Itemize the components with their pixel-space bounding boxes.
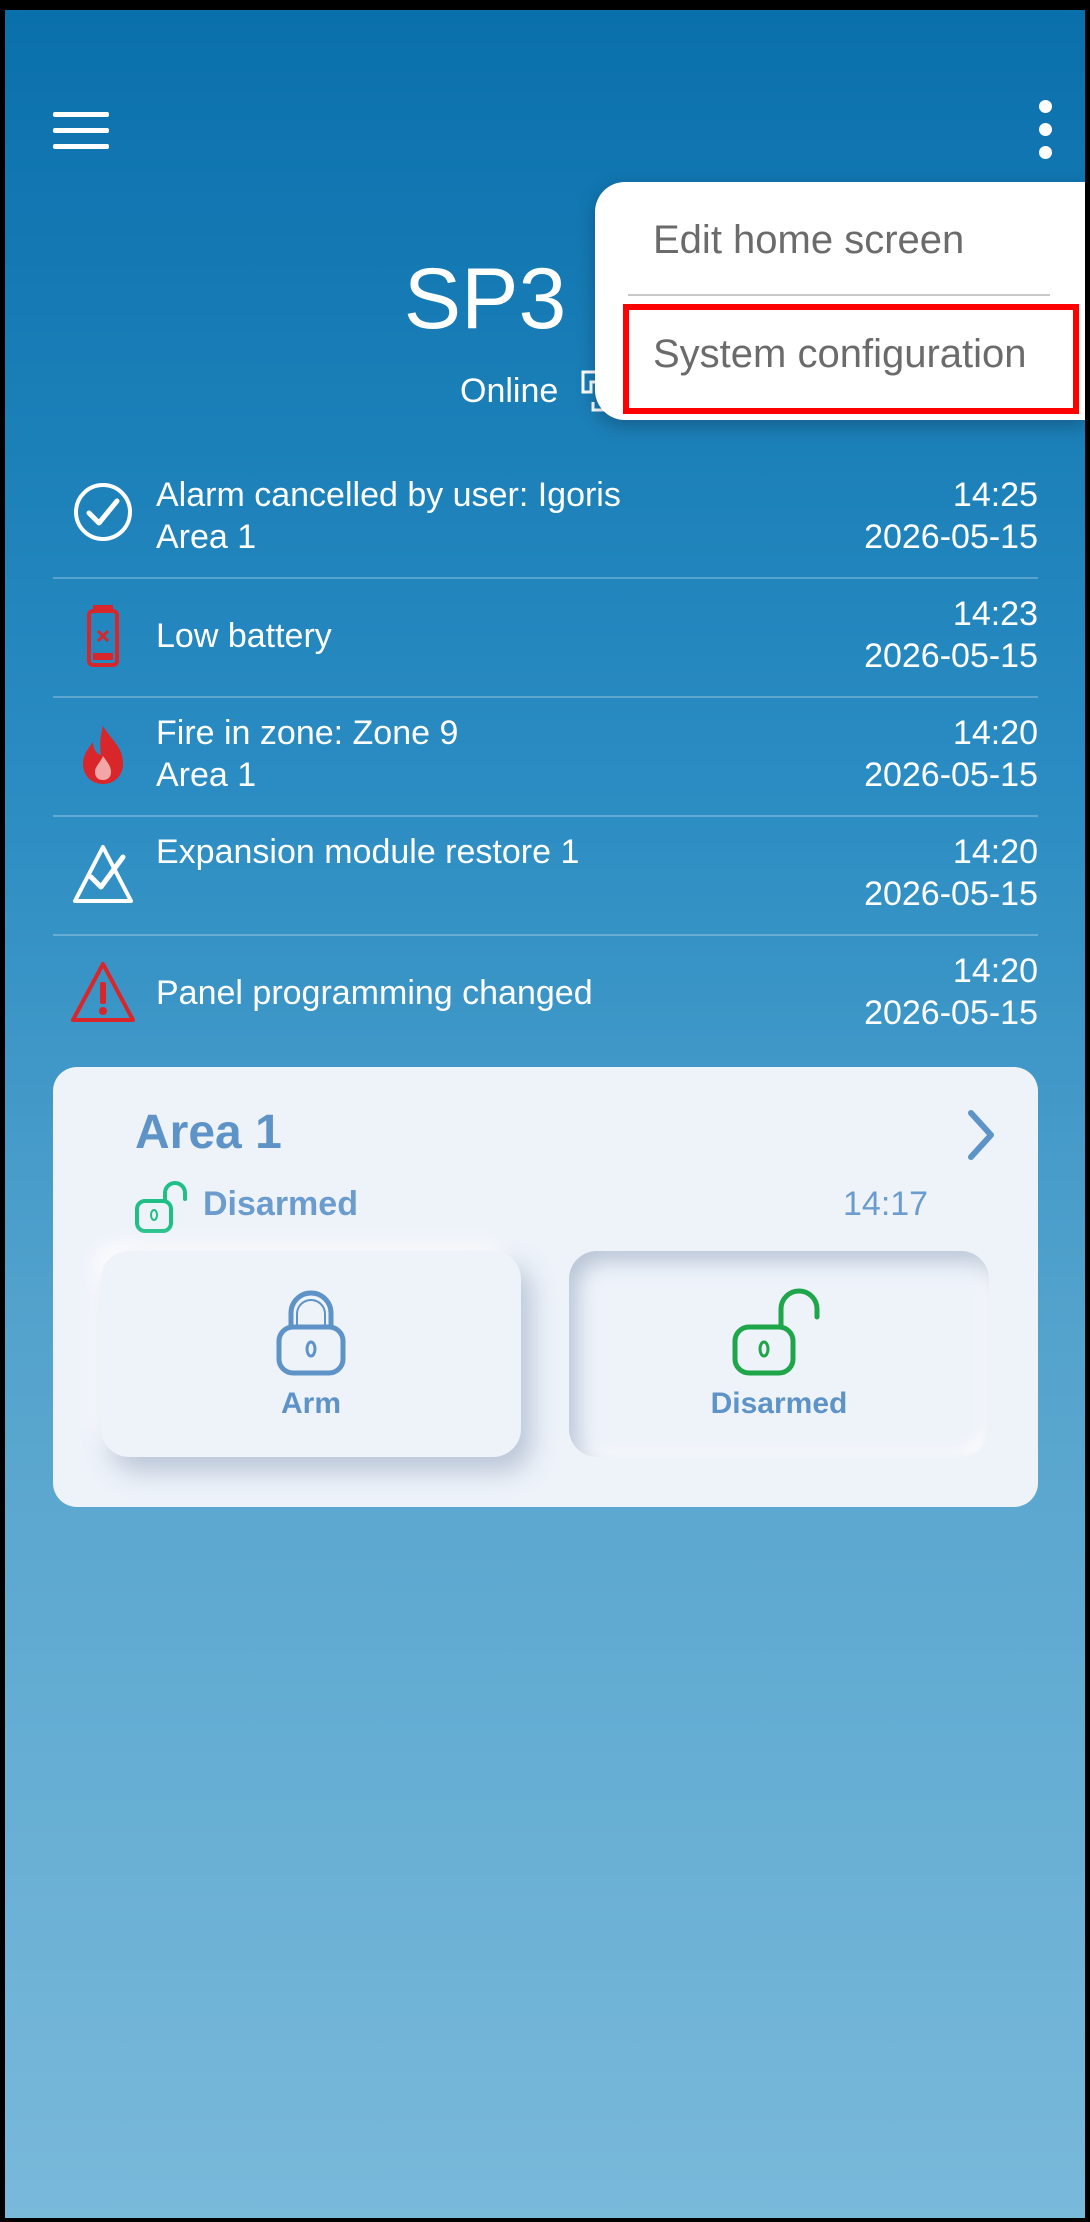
event-list: Alarm cancelled by user: Igoris Area 1 1…: [53, 460, 1038, 1053]
event-item[interactable]: Low battery 14:23 2026-05-15: [53, 579, 1038, 698]
fire-icon: [83, 726, 123, 784]
unlocked-padlock-icon: [732, 1288, 820, 1376]
event-time: 14:23: [952, 595, 1038, 633]
disarmed-label: Disarmed: [710, 1387, 848, 1420]
area-name: Area 1: [135, 1106, 282, 1159]
event-time: 14:20: [952, 833, 1038, 871]
event-date: 2026-05-15: [864, 875, 1038, 913]
event-title: Expansion module restore 1: [156, 833, 580, 871]
unlocked-padlock-icon: [135, 1181, 187, 1233]
event-title: Fire in zone: Zone 9: [156, 714, 459, 752]
event-item[interactable]: Expansion module restore 1 14:20 2026-05…: [53, 817, 1038, 936]
locked-padlock-icon: [276, 1290, 346, 1376]
event-item[interactable]: Fire in zone: Zone 9 Area 1 14:20 2026-0…: [53, 698, 1038, 817]
event-title: Low battery: [156, 617, 332, 655]
event-time: 14:20: [952, 714, 1038, 752]
event-title: Panel programming changed: [156, 974, 593, 1012]
event-area: Area 1: [156, 756, 257, 794]
chevron-right-icon[interactable]: [961, 1105, 1001, 1165]
menu-item-edit-home-screen[interactable]: Edit home screen: [653, 218, 964, 263]
area-card[interactable]: Area 1 Disarmed 14:17 Arm Disarmed: [53, 1067, 1038, 1507]
menu-divider: [628, 294, 1050, 296]
module-restore-icon: [73, 845, 133, 903]
app-screen: SP3 Online Alarm cancelled by user: Igor…: [5, 10, 1085, 2218]
event-title: Alarm cancelled by user: Igoris: [156, 476, 621, 514]
event-item[interactable]: Alarm cancelled by user: Igoris Area 1 1…: [53, 460, 1038, 579]
disarm-button[interactable]: Disarmed: [569, 1251, 989, 1457]
area-time: 14:17: [843, 1185, 929, 1223]
more-options-icon[interactable]: [1027, 100, 1063, 170]
warning-icon: [71, 962, 135, 1022]
arm-label: Arm: [280, 1387, 341, 1420]
connection-status: Online: [460, 372, 559, 410]
event-area: Area 1: [156, 518, 257, 556]
arm-button[interactable]: Arm: [101, 1251, 521, 1457]
event-date: 2026-05-15: [864, 756, 1038, 794]
low-battery-icon: [87, 605, 119, 667]
event-date: 2026-05-15: [864, 994, 1038, 1032]
event-date: 2026-05-15: [864, 518, 1038, 556]
event-time: 14:20: [952, 952, 1038, 990]
event-item[interactable]: Panel programming changed 14:20 2026-05-…: [53, 936, 1038, 1053]
check-circle-icon: [74, 483, 132, 541]
event-date: 2026-05-15: [864, 637, 1038, 675]
menu-hamburger-icon[interactable]: [53, 112, 109, 152]
area-status: Disarmed: [203, 1185, 358, 1223]
event-time: 14:25: [952, 476, 1038, 514]
highlight-box: [623, 304, 1079, 414]
